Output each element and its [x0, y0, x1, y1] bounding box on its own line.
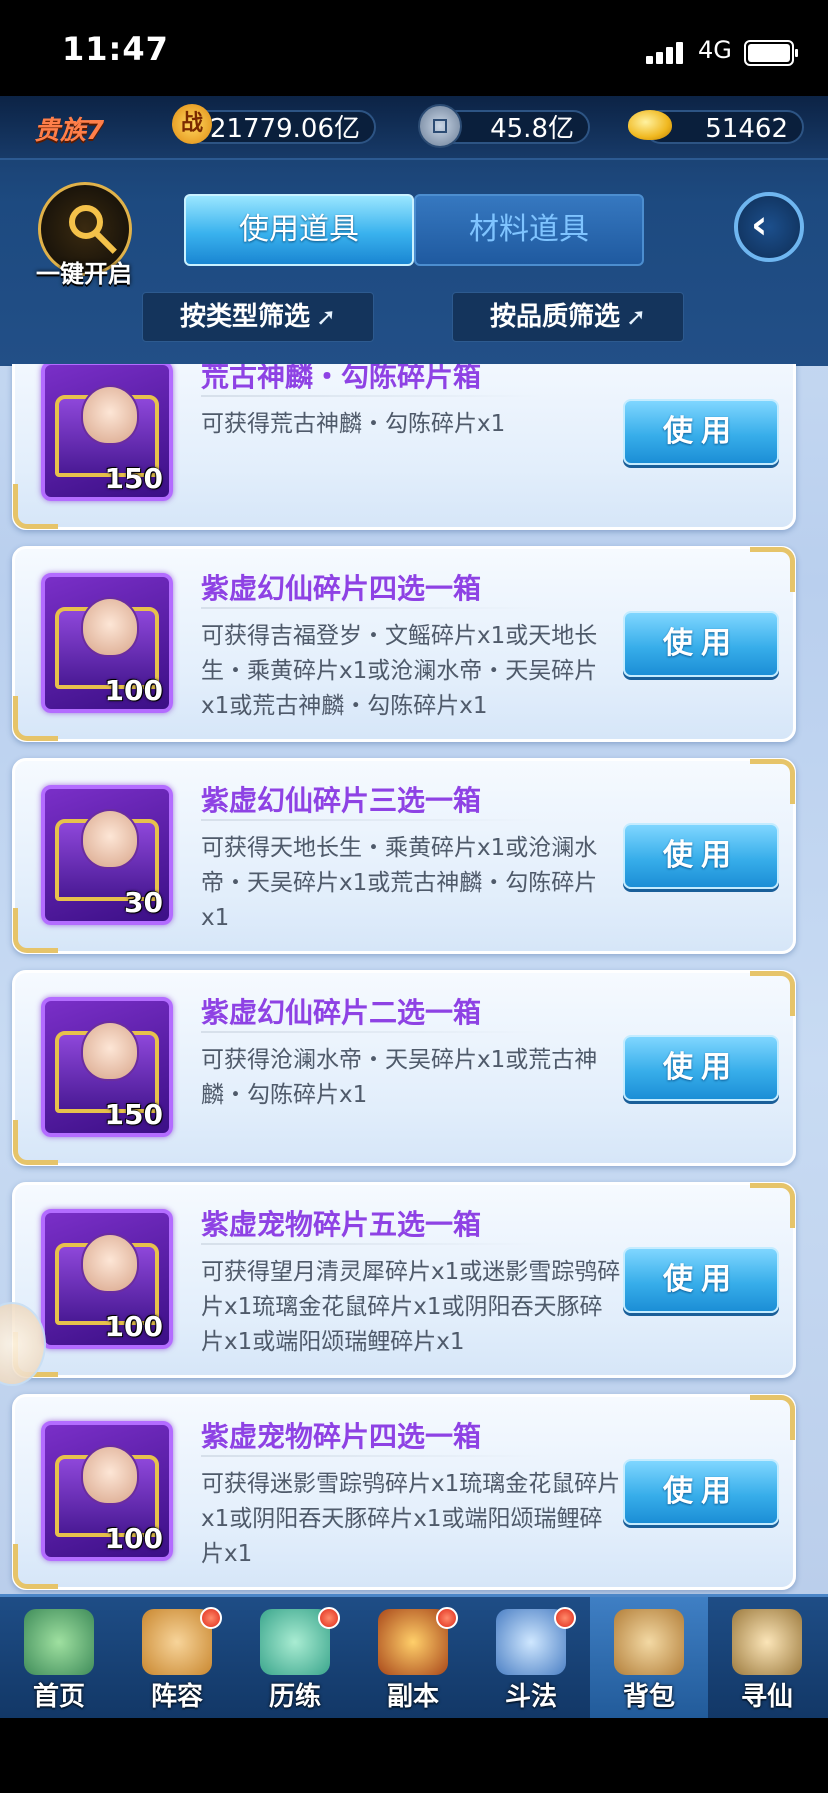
nav-backpack[interactable]: 背包: [590, 1597, 708, 1718]
item-description: 可获得望月清灵犀碎片x1或迷影雪踪鸮碎片x1琉璃金花鼠碎片x1或阴阳吞天豚碎片x…: [201, 1259, 621, 1355]
status-bar: 11:47 4G: [0, 0, 828, 96]
status-time: 11:47: [62, 30, 169, 68]
item-chest-image: 100: [41, 1209, 173, 1349]
item-quantity: 100: [104, 1522, 163, 1555]
item-quantity: 150: [104, 462, 163, 495]
use-button[interactable]: 使用: [623, 1459, 779, 1525]
gold-value: 51462: [705, 114, 788, 144]
filter-by-quality-label: 按品质筛选: [489, 302, 620, 332]
item-title: 紫虚宠物碎片四选一箱: [201, 1420, 482, 1453]
nav-lineup[interactable]: 阵容: [118, 1597, 236, 1718]
use-button[interactable]: 使用: [623, 1247, 779, 1313]
nav-battle[interactable]: 斗法: [472, 1597, 590, 1718]
header: 贵族7 221779.06亿 战 45.8亿 51462 一键开启 使用道具 材…: [0, 96, 828, 366]
nav-home[interactable]: 首页: [0, 1597, 118, 1718]
arrow-right-icon: ➚: [625, 303, 647, 331]
network-type: 4G: [698, 36, 732, 64]
bottom-nav: 首页 阵容 历练 副本 斗法 背包 寻仙: [0, 1594, 828, 1718]
nav-label: 斗法: [504, 1682, 557, 1712]
item-chest-image: 150: [41, 997, 173, 1137]
nav-training[interactable]: 历练: [236, 1597, 354, 1718]
silver-coin-icon: [418, 104, 462, 148]
nav-label: 副本: [386, 1682, 439, 1712]
item-quantity: 100: [104, 1310, 163, 1343]
back-button[interactable]: ‹: [734, 192, 804, 262]
signal-icon: [646, 40, 688, 64]
nav-label: 背包: [622, 1682, 675, 1712]
filter-by-type-button[interactable]: 按类型筛选 ➚: [142, 292, 374, 342]
resource-bar: 贵族7 221779.06亿 战 45.8亿 51462: [0, 96, 828, 160]
tab-material-items[interactable]: 材料道具: [414, 194, 644, 266]
home-icon: [24, 1609, 94, 1675]
one-key-open-label: 一键开启: [36, 260, 132, 288]
nav-dungeon[interactable]: 副本: [354, 1597, 472, 1718]
item-chest-image: 150: [41, 364, 173, 501]
home-indicator-area: [0, 1718, 828, 1793]
list-item: 100 紫虚宠物碎片四选一箱 可获得迷影雪踪鸮碎片x1琉璃金花鼠碎片x1或阴阳吞…: [12, 1394, 796, 1590]
arrow-right-icon: ➚: [315, 303, 337, 331]
one-key-open-button[interactable]: 一键开启: [28, 182, 138, 292]
item-title: 紫虚幻仙碎片三选一箱: [201, 784, 482, 817]
item-quantity: 30: [124, 886, 163, 919]
back-arrow-icon: ‹: [751, 202, 768, 248]
gold-ingot-icon: [628, 110, 672, 140]
battery-icon: [744, 40, 798, 66]
item-chest-image: 100: [41, 573, 173, 713]
power-value: 221779.06亿: [193, 114, 360, 144]
filter-by-type-label: 按类型筛选: [179, 302, 310, 332]
item-title: 紫虚幻仙碎片四选一箱: [201, 572, 482, 605]
item-chest-image: 100: [41, 1421, 173, 1561]
power-display: 221779.06亿: [186, 110, 376, 144]
item-quantity: 100: [104, 674, 163, 707]
item-title: 紫虚宠物碎片五选一箱: [201, 1208, 482, 1241]
nav-label: 首页: [32, 1682, 85, 1712]
use-button[interactable]: 使用: [623, 1035, 779, 1101]
item-description: 可获得荒古神麟・勾陈碎片x1: [201, 411, 506, 437]
game-screen: 贵族7 221779.06亿 战 45.8亿 51462 一键开启 使用道具 材…: [0, 96, 828, 1718]
backpack-icon: [614, 1609, 684, 1675]
use-button[interactable]: 使用: [623, 823, 779, 889]
nav-label: 寻仙: [740, 1682, 793, 1712]
vip-badge[interactable]: 贵族7: [34, 110, 104, 147]
filter-by-quality-button[interactable]: 按品质筛选 ➚: [452, 292, 684, 342]
seek-immortal-icon: [732, 1609, 802, 1675]
use-button[interactable]: 使用: [623, 611, 779, 677]
item-description: 可获得沧澜水帝・天吴碎片x1或荒古神麟・勾陈碎片x1: [201, 1047, 598, 1108]
item-title: 荒古神麟・勾陈碎片箱: [201, 364, 482, 393]
list-item: 100 紫虚幻仙碎片四选一箱 可获得吉福登岁・文鳐碎片x1或天地长生・乘黄碎片x…: [12, 546, 796, 742]
item-description: 可获得迷影雪踪鸮碎片x1琉璃金花鼠碎片x1或阴阳吞天豚碎片x1或端阳颂瑞鲤碎片x…: [201, 1471, 621, 1567]
list-item: 100 紫虚宠物碎片五选一箱 可获得望月清灵犀碎片x1或迷影雪踪鸮碎片x1琉璃金…: [12, 1182, 796, 1378]
item-quantity: 150: [104, 1098, 163, 1131]
use-button[interactable]: 使用: [623, 399, 779, 465]
nav-label: 阵容: [150, 1682, 203, 1712]
item-chest-image: 30: [41, 785, 173, 925]
tab-use-items[interactable]: 使用道具: [184, 194, 414, 266]
item-title: 紫虚幻仙碎片二选一箱: [201, 996, 482, 1029]
power-icon: 战: [172, 104, 212, 144]
notification-dot: [554, 1607, 576, 1629]
list-item: 150 荒古神麟・勾陈碎片箱 可获得荒古神麟・勾陈碎片x1 使用: [12, 364, 796, 530]
item-description: 可获得吉福登岁・文鳐碎片x1或天地长生・乘黄碎片x1或沧澜水帝・天吴碎片x1或荒…: [201, 623, 598, 719]
notification-dot: [200, 1607, 222, 1629]
nav-label: 历练: [268, 1682, 321, 1712]
list-item: 30 紫虚幻仙碎片三选一箱 可获得天地长生・乘黄碎片x1或沧澜水帝・天吴碎片x1…: [12, 758, 796, 954]
silver-value: 45.8亿: [490, 114, 574, 144]
item-list[interactable]: 150 荒古神麟・勾陈碎片箱 可获得荒古神麟・勾陈碎片x1 使用 100 紫虚幻…: [0, 364, 828, 1594]
nav-seek-immortal[interactable]: 寻仙: [708, 1597, 826, 1718]
notification-dot: [436, 1607, 458, 1629]
item-description: 可获得天地长生・乘黄碎片x1或沧澜水帝・天吴碎片x1或荒古神麟・勾陈碎片x1: [201, 835, 598, 931]
list-item: 150 紫虚幻仙碎片二选一箱 可获得沧澜水帝・天吴碎片x1或荒古神麟・勾陈碎片x…: [12, 970, 796, 1166]
notification-dot: [318, 1607, 340, 1629]
